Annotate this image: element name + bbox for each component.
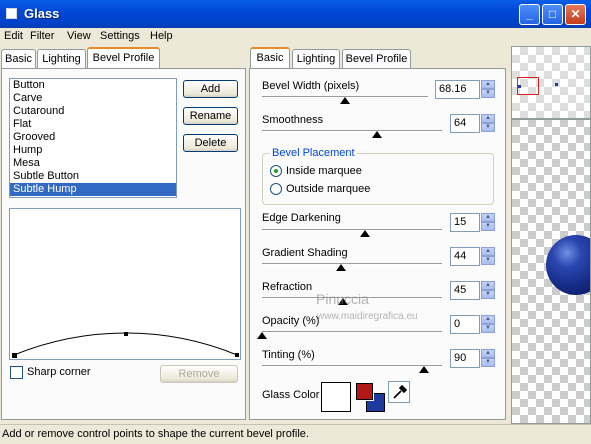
gradient-shading-input[interactable]: 44 xyxy=(450,247,480,266)
right-tab-basic[interactable]: Basic xyxy=(250,47,290,69)
edge-darkening-spinner[interactable]: ▲ ▼ xyxy=(481,213,495,232)
refraction-label: Refraction xyxy=(262,281,313,293)
list-item[interactable]: Carve xyxy=(10,92,176,105)
profile-curve-editor[interactable] xyxy=(9,208,241,360)
tinting-label: Tinting (%) xyxy=(262,349,315,361)
sharp-corner-checkbox[interactable] xyxy=(10,366,23,379)
glass-color-swatch[interactable] xyxy=(321,382,351,412)
glass-sphere-preview xyxy=(546,235,590,295)
left-tab-bevel-profile[interactable]: Bevel Profile xyxy=(87,47,160,69)
bevel-width-slider[interactable] xyxy=(340,97,350,104)
menu-bar: Edit Filter View Settings Help xyxy=(0,28,591,46)
rename-button[interactable]: Rename xyxy=(183,107,238,125)
maximize-button[interactable]: □ xyxy=(542,4,563,25)
outside-marquee-radio[interactable] xyxy=(270,183,282,195)
add-button[interactable]: Add xyxy=(183,80,238,98)
refraction-spinner[interactable]: ▲ ▼ xyxy=(481,281,495,300)
app-icon xyxy=(6,8,17,19)
navigator-thumbnail[interactable] xyxy=(512,47,590,120)
opacity-input[interactable]: 0 xyxy=(450,315,480,334)
watermark-text: Pinuccia xyxy=(316,291,369,307)
window-title: Glass xyxy=(24,6,60,21)
preview-pane[interactable] xyxy=(511,46,591,424)
thumbnail-sphere xyxy=(518,85,521,88)
close-button[interactable]: ✕ xyxy=(565,4,586,25)
edge-darkening-label: Edge Darkening xyxy=(262,212,341,224)
menu-view[interactable]: View xyxy=(67,30,91,42)
smoothness-input[interactable]: 64 xyxy=(450,114,480,133)
gradient-shading-spinner[interactable]: ▲ ▼ xyxy=(481,247,495,266)
menu-edit[interactable]: Edit xyxy=(4,30,23,42)
list-item[interactable]: Subtle Button xyxy=(10,170,176,183)
profile-curve[interactable] xyxy=(10,209,240,359)
control-point[interactable] xyxy=(12,353,17,358)
right-tab-bevel-profile[interactable]: Bevel Profile xyxy=(342,49,411,69)
thumbnail-sphere xyxy=(555,83,558,86)
status-bar: Add or remove control points to shape th… xyxy=(0,424,591,444)
tinting-spinner[interactable]: ▲ ▼ xyxy=(481,349,495,368)
smoothness-slider[interactable] xyxy=(372,131,383,138)
bevel-width-input[interactable]: 68.16 xyxy=(435,80,480,99)
bevel-width-label: Bevel Width (pixels) xyxy=(262,80,360,92)
list-item[interactable]: Flat xyxy=(10,118,176,131)
bevel-placement-group xyxy=(262,153,494,205)
left-tab-basic[interactable]: Basic xyxy=(1,49,36,69)
smoothness-label: Smoothness xyxy=(262,114,324,126)
tinting-input[interactable]: 90 xyxy=(450,349,480,368)
smoothness-track xyxy=(262,130,442,132)
gradient-shading-track xyxy=(262,263,442,265)
inside-marquee-radio[interactable] xyxy=(270,165,282,177)
eyedropper-icon xyxy=(393,384,408,399)
title-bar: Glass _ □ ✕ xyxy=(0,0,591,28)
edge-darkening-slider[interactable] xyxy=(359,230,370,237)
list-item[interactable]: Hump xyxy=(10,144,176,157)
menu-settings[interactable]: Settings xyxy=(100,30,140,42)
remove-button[interactable]: Remove xyxy=(160,365,238,383)
opacity-label: Opacity (%) xyxy=(262,315,320,327)
minimize-button[interactable]: _ xyxy=(519,4,540,25)
list-item[interactable]: Button xyxy=(10,79,176,92)
smoothness-spinner[interactable]: ▲ ▼ xyxy=(481,114,495,133)
list-item[interactable]: Grooved xyxy=(10,131,176,144)
tinting-track xyxy=(262,365,442,367)
left-tab-lighting[interactable]: Lighting xyxy=(37,49,86,69)
edge-darkening-input[interactable]: 15 xyxy=(450,213,480,232)
sharp-corner-label: Sharp corner xyxy=(27,366,91,378)
bevel-placement-title: Bevel Placement xyxy=(270,147,357,159)
watermark-url: www.maidiregrafica.eu xyxy=(317,311,418,322)
opacity-slider[interactable] xyxy=(257,332,267,339)
menu-help[interactable]: Help xyxy=(150,30,173,42)
refraction-input[interactable]: 45 xyxy=(450,281,480,300)
foreground-color-swatch[interactable] xyxy=(355,382,374,401)
right-tab-lighting[interactable]: Lighting xyxy=(292,49,340,69)
gradient-shading-slider[interactable] xyxy=(336,264,347,271)
list-item[interactable]: Cutaround xyxy=(10,105,176,118)
inside-marquee-label: Inside marquee xyxy=(286,165,362,177)
edge-darkening-track xyxy=(262,229,442,231)
control-point[interactable] xyxy=(235,353,239,357)
tinting-slider[interactable] xyxy=(419,366,429,373)
profile-list[interactable]: Button Carve Cutaround Flat Grooved Hump… xyxy=(9,78,177,198)
bevel-width-spinner[interactable]: ▲ ▼ xyxy=(481,80,495,99)
control-point[interactable] xyxy=(124,332,128,336)
list-item-selected[interactable]: Subtle Hump xyxy=(10,183,176,196)
glass-color-label: Glass Color xyxy=(262,389,320,401)
opacity-spinner[interactable]: ▲ ▼ xyxy=(481,315,495,334)
list-item[interactable]: Mesa xyxy=(10,157,176,170)
eyedropper-button[interactable] xyxy=(388,381,410,403)
delete-button[interactable]: Delete xyxy=(183,134,238,152)
outside-marquee-label: Outside marquee xyxy=(286,183,371,195)
opacity-track xyxy=(262,331,442,333)
gradient-shading-label: Gradient Shading xyxy=(262,247,348,259)
menu-filter[interactable]: Filter xyxy=(30,30,54,42)
